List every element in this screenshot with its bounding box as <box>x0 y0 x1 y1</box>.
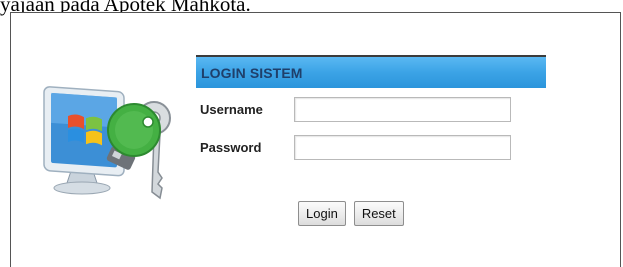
login-title: LOGIN SISTEM <box>201 64 303 81</box>
username-row: Username <box>196 97 511 122</box>
login-panel: LOGIN SISTEM Username Password Login Res… <box>196 55 546 226</box>
login-button[interactable]: Login <box>298 201 346 226</box>
reset-button[interactable]: Reset <box>353 201 404 226</box>
password-input[interactable] <box>294 135 511 160</box>
login-panel-header: LOGIN SISTEM <box>196 55 546 88</box>
password-row: Password <box>196 135 511 160</box>
username-input[interactable] <box>294 97 511 122</box>
monitor-with-keys-icon <box>43 86 171 200</box>
password-label: Password <box>200 140 262 155</box>
button-row: Login Reset <box>298 201 404 226</box>
username-label: Username <box>200 102 263 117</box>
